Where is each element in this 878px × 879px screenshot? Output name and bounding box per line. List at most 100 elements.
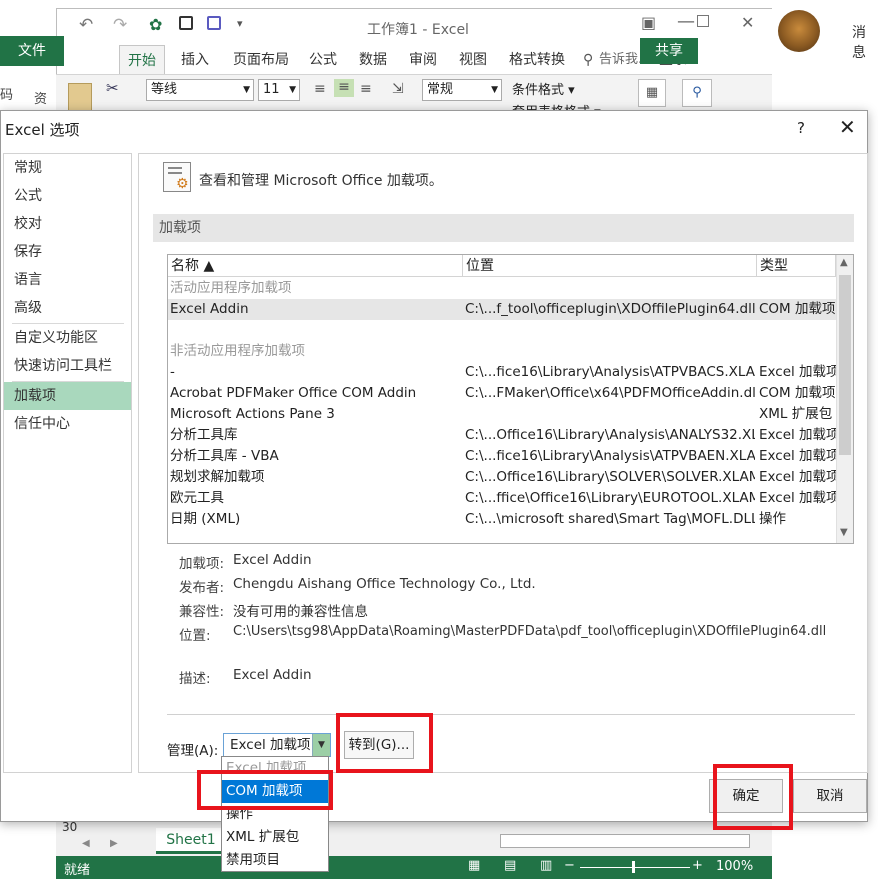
undo-icon[interactable]: ↶ bbox=[79, 15, 93, 35]
wrap-icon[interactable]: ⇲ bbox=[392, 81, 404, 97]
row-name: Microsoft Actions Pane 3 bbox=[170, 406, 335, 422]
group-label: 活动应用程序加载项 bbox=[170, 280, 292, 296]
row-name: - bbox=[170, 364, 175, 380]
divider bbox=[167, 714, 855, 715]
table-row[interactable]: Acrobat PDFMaker Office COM Addin C:\...… bbox=[168, 383, 836, 404]
cells-icon[interactable]: ▦ bbox=[638, 79, 666, 107]
tab-home[interactable]: 开始 bbox=[119, 45, 165, 75]
nav-item-save[interactable]: 保存 bbox=[4, 238, 131, 266]
nav-item-advanced[interactable]: 高级 bbox=[4, 294, 131, 322]
sheet-next-icon[interactable]: ▶ bbox=[110, 838, 118, 849]
table-row[interactable]: 欧元工具 C:\...ffice\Office16\Library\EUROTO… bbox=[168, 488, 836, 509]
tab-format-convert[interactable]: 格式转换 bbox=[509, 49, 565, 75]
row-location: C:\...ffice\Office16\Library\EUROTOOL.XL… bbox=[465, 490, 755, 506]
horizontal-scrollbar[interactable] bbox=[500, 834, 750, 848]
table-row[interactable]: 日期 (XML) C:\...\microsoft shared\Smart T… bbox=[168, 509, 836, 530]
list-scrollbar[interactable]: ▲ ▼ bbox=[836, 255, 853, 543]
tab-formulas[interactable]: 公式 bbox=[309, 49, 337, 75]
column-header-name[interactable]: 名称 ▲ bbox=[168, 255, 463, 277]
find-icon[interactable]: ⚲ bbox=[682, 79, 712, 107]
ribbon-display-icon[interactable]: ▣ bbox=[641, 13, 656, 32]
paste-icon[interactable] bbox=[68, 83, 92, 111]
detail-location: 位置: C:\Users\tsg98\AppData\Roaming\Maste… bbox=[179, 624, 826, 644]
tab-page-layout[interactable]: 页面布局 bbox=[233, 49, 289, 75]
column-header-type[interactable]: 类型 bbox=[757, 255, 836, 277]
cut-icon[interactable]: ✂ bbox=[106, 79, 119, 97]
nav-item-quick-access[interactable]: 快速访问工具栏 bbox=[4, 352, 131, 380]
nav-item-general[interactable]: 常规 bbox=[4, 154, 131, 182]
scroll-thumb[interactable] bbox=[839, 275, 851, 455]
save-icon[interactable] bbox=[179, 16, 193, 30]
redo-icon[interactable]: ↷ bbox=[113, 15, 127, 35]
font-size-select[interactable]: 11 ▼ bbox=[258, 79, 300, 101]
table-row[interactable]: - C:\...fice16\Library\Analysis\ATPVBACS… bbox=[168, 362, 836, 383]
align-right-icon[interactable]: ≡ bbox=[360, 81, 372, 97]
table-row[interactable]: 规划求解加载项 C:\...Office16\Library\SOLVER\SO… bbox=[168, 467, 836, 488]
detail-publisher-label: 发布者: bbox=[179, 580, 225, 596]
row-name: 欧元工具 bbox=[170, 490, 224, 506]
scroll-up-icon[interactable]: ▲ bbox=[840, 257, 848, 268]
minimize-icon[interactable]: — bbox=[677, 11, 695, 32]
table-row[interactable]: 分析工具库 C:\...Office16\Library\Analysis\AN… bbox=[168, 425, 836, 446]
sheet-tab[interactable]: Sheet1 bbox=[156, 828, 226, 854]
quick-access-icon[interactable]: ✿ bbox=[149, 15, 162, 34]
dropdown-option[interactable]: 禁用项目 bbox=[222, 849, 328, 872]
cancel-button[interactable]: 取消 bbox=[793, 779, 867, 813]
qat-dropdown-icon[interactable]: ▾ bbox=[237, 17, 243, 30]
conditional-format-button[interactable]: 条件格式 ▾ bbox=[512, 79, 575, 98]
nav-item-proofing[interactable]: 校对 bbox=[4, 210, 131, 238]
avatar[interactable] bbox=[778, 10, 820, 52]
detail-location-value: C:\Users\tsg98\AppData\Roaming\MasterPDF… bbox=[233, 624, 827, 639]
table-row[interactable]: Microsoft Actions Pane 3 XML 扩展包 bbox=[168, 404, 836, 425]
tab-view[interactable]: 视图 bbox=[459, 49, 487, 75]
align-left-icon[interactable]: ≡ bbox=[314, 81, 326, 97]
tab-data[interactable]: 数据 bbox=[359, 49, 387, 75]
zoom-in-icon[interactable]: + bbox=[692, 858, 703, 873]
detail-desc-label: 描述: bbox=[179, 671, 211, 687]
chevron-down-icon[interactable]: ▼ bbox=[312, 734, 330, 756]
nav-item-formulas[interactable]: 公式 bbox=[4, 182, 131, 210]
help-icon[interactable]: ? bbox=[797, 119, 805, 137]
row-name: Excel Addin bbox=[170, 301, 249, 317]
page-layout-view-icon[interactable]: ▤ bbox=[504, 858, 516, 873]
align-center-icon[interactable]: ≡ bbox=[334, 79, 354, 97]
table-row[interactable]: Excel Addin C:\...f_tool\officeplugin\XD… bbox=[168, 299, 836, 320]
nav-item-customize-ribbon[interactable]: 自定义功能区 bbox=[4, 324, 131, 352]
row-type: COM 加载项 bbox=[759, 301, 836, 317]
nav-item-addins[interactable]: 加载项 bbox=[4, 382, 131, 410]
row-number: 30 bbox=[62, 820, 78, 834]
manage-select[interactable]: Excel 加载项 ▼ bbox=[223, 733, 331, 757]
column-header-location[interactable]: 位置 bbox=[463, 255, 757, 277]
cond-format-label: 条件格式 bbox=[512, 83, 565, 98]
zoom-slider-thumb[interactable] bbox=[632, 861, 635, 873]
zoom-slider[interactable] bbox=[580, 867, 690, 868]
table-row[interactable]: 分析工具库 - VBA C:\...fice16\Library\Analysi… bbox=[168, 446, 836, 467]
close-icon[interactable]: ✕ bbox=[839, 115, 856, 139]
number-format-select[interactable]: 常规 ▼ bbox=[422, 79, 502, 101]
normal-view-icon[interactable]: ▦ bbox=[468, 858, 480, 873]
font-name-select[interactable]: 等线 ▼ bbox=[146, 79, 254, 101]
customize-icon[interactable] bbox=[207, 16, 221, 30]
addin-list[interactable]: 名称 ▲ 位置 类型 活动应用程序加载项 Excel Addin C:\...f… bbox=[167, 254, 854, 544]
tab-insert[interactable]: 插入 bbox=[181, 49, 209, 75]
ribbon: ✂ 等线▼ 11▼ ≡ ≡ ≡ ⇲ 常规▼ 条件格式 ▾ 套用表格格式 ▾ ▦ … bbox=[56, 74, 772, 120]
detail-addin: 加载项: Excel Addin bbox=[179, 552, 312, 572]
page-break-view-icon[interactable]: ▥ bbox=[540, 858, 552, 873]
nav-item-trust-center[interactable]: 信任中心 bbox=[4, 410, 131, 438]
sheet-tab-label: Sheet1 bbox=[166, 832, 216, 848]
sheet-prev-icon[interactable]: ◀ bbox=[82, 838, 90, 849]
dropdown-option[interactable]: XML 扩展包 bbox=[222, 826, 328, 849]
row-location: C:\...fice16\Library\Analysis\ATPVBAEN.X… bbox=[465, 448, 755, 464]
zoom-out-icon[interactable]: − bbox=[564, 858, 575, 873]
close-window-icon[interactable]: ✕ bbox=[741, 13, 754, 32]
scroll-down-icon[interactable]: ▼ bbox=[840, 527, 848, 538]
status-ready: 就绪 bbox=[64, 863, 91, 878]
size-dropdown-icon: ▼ bbox=[289, 85, 296, 95]
addins-page-icon: ⚙ bbox=[163, 162, 191, 192]
maximize-icon[interactable] bbox=[697, 15, 709, 27]
addins-panel: ⚙ 查看和管理 Microsoft Office 加载项。 加载项 名称 ▲ 位… bbox=[138, 153, 868, 773]
tab-file[interactable]: 文件 bbox=[0, 36, 64, 66]
share-button[interactable]: 共享 bbox=[640, 38, 698, 64]
nav-item-language[interactable]: 语言 bbox=[4, 266, 131, 294]
tab-review[interactable]: 审阅 bbox=[409, 49, 437, 75]
